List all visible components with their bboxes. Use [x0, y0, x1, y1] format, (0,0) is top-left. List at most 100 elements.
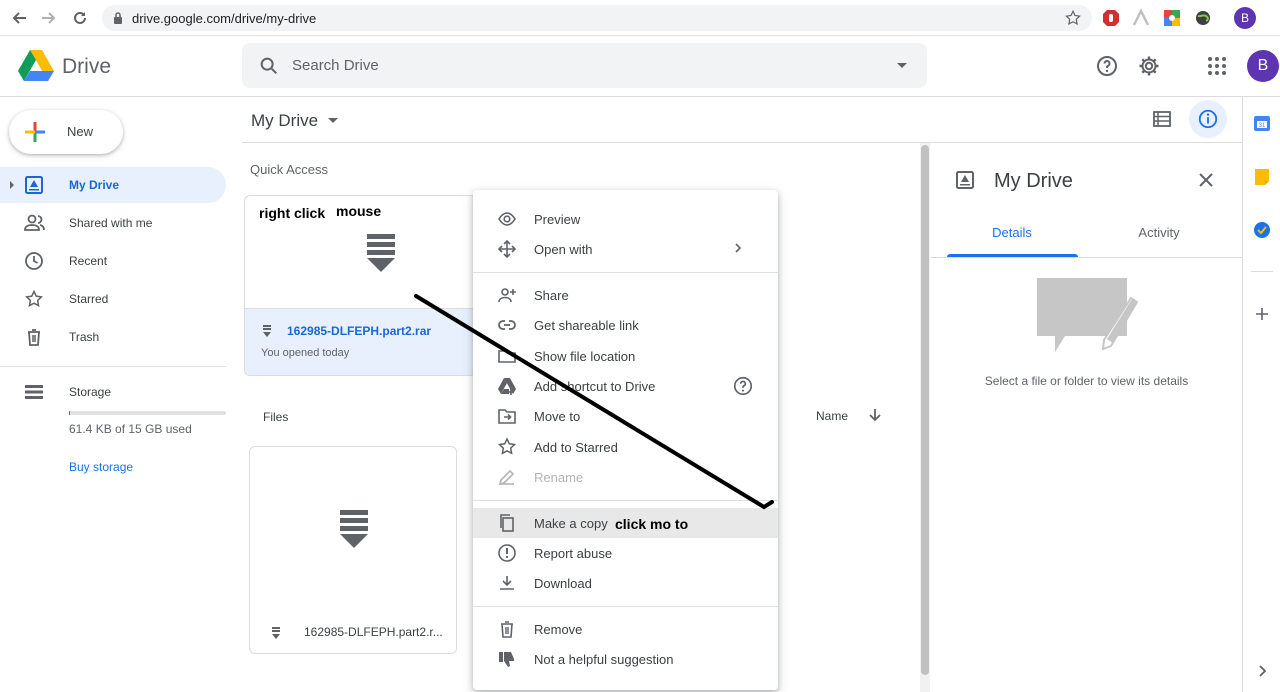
quick-access-file-card[interactable]: 162985-DLFEPH.part2.rar You opened today — [244, 195, 476, 376]
clock-icon — [25, 252, 43, 270]
annotation-mouse: mouse — [336, 203, 382, 219]
tab-activity[interactable]: Activity — [1086, 225, 1232, 240]
menu-item-get-shareable-link[interactable]: Get shareable link — [473, 310, 778, 340]
menu-item-open-with[interactable]: Open with — [473, 234, 778, 264]
apps-grid-icon[interactable] — [1205, 54, 1229, 78]
sidebar-item-storage[interactable]: Storage — [0, 374, 226, 410]
quick-access-label: Quick Access — [250, 162, 329, 177]
close-icon[interactable] — [1196, 170, 1216, 190]
globe-extension-icon[interactable] — [1193, 8, 1213, 28]
people-icon — [24, 214, 45, 231]
list-view-icon[interactable] — [1152, 109, 1172, 129]
storage-used-text: 61.4 KB of 15 GB used — [69, 422, 192, 436]
page-title[interactable]: My Drive — [251, 111, 318, 131]
settings-gear-icon[interactable] — [1137, 54, 1161, 78]
tab-details[interactable]: Details — [939, 225, 1085, 240]
sidebar-item-recent[interactable]: Recent — [0, 243, 226, 279]
menu-item-preview[interactable]: Preview — [473, 204, 778, 234]
main-scrollbar[interactable] — [920, 143, 930, 692]
forward-icon[interactable] — [38, 8, 58, 28]
address-bar[interactable]: drive.google.com/drive/my-drive — [102, 5, 1092, 31]
menu-item-label: Share — [534, 287, 569, 303]
eye-icon — [498, 212, 516, 226]
menu-item-label: Add to Starred — [534, 439, 618, 455]
move-to-icon — [498, 409, 516, 425]
plus-icon — [25, 122, 45, 142]
my-drive-icon — [25, 176, 43, 194]
keep-icon[interactable] — [1253, 168, 1271, 186]
menu-item-share[interactable]: Share — [473, 280, 778, 310]
tasks-icon[interactable] — [1253, 221, 1271, 239]
help-icon[interactable] — [1095, 54, 1119, 78]
browser-profile-avatar[interactable]: B — [1234, 7, 1256, 29]
sort-by-name[interactable]: Name — [816, 409, 848, 423]
archive-file-type-icon — [272, 627, 280, 639]
sidebar-item-trash[interactable]: Trash — [0, 319, 226, 355]
menu-item-label: Add shortcut to Drive — [534, 379, 656, 394]
search-options-icon[interactable] — [897, 63, 907, 69]
title-dropdown-icon[interactable] — [328, 118, 338, 123]
menu-item-show-file-location[interactable]: Show file location — [473, 341, 778, 371]
context-menu-divider — [473, 605, 778, 607]
file-card[interactable]: 162985-DLFEPH.part2.r... — [249, 446, 457, 654]
extension-a-icon[interactable] — [1131, 8, 1151, 28]
sidebar-item-shared-with-me[interactable]: Shared with me — [0, 205, 226, 241]
calendar-icon[interactable]: 31 — [1253, 114, 1271, 132]
buy-storage-link[interactable]: Buy storage — [69, 460, 133, 474]
sidebar-item-label: Starred — [69, 292, 109, 306]
menu-item-label: Not a helpful suggestion — [534, 652, 674, 668]
scrollbar-thumb[interactable] — [921, 145, 929, 675]
bookmark-star-icon[interactable] — [1064, 9, 1082, 27]
view-details-button[interactable] — [1189, 100, 1227, 138]
sort-direction-icon[interactable] — [868, 407, 882, 423]
folder-icon — [498, 349, 516, 363]
sidebar-item-starred[interactable]: Starred — [0, 281, 226, 317]
menu-item-report-abuse[interactable]: Report abuse — [473, 538, 778, 568]
archive-icon — [340, 510, 368, 548]
expand-panel-chevron-icon[interactable] — [1253, 662, 1271, 680]
alert-icon — [498, 544, 516, 562]
back-icon[interactable] — [10, 8, 30, 28]
info-icon — [1198, 109, 1218, 129]
side-panel-divider — [1251, 271, 1273, 272]
menu-item-label: Move to — [534, 409, 581, 425]
quick-access-file-subtitle: You opened today — [261, 347, 350, 359]
comment-pencil-illustration — [1037, 278, 1139, 352]
browser-toolbar: drive.google.com/drive/my-drive B — [0, 0, 1280, 36]
menu-item-label: Preview — [534, 212, 581, 227]
menu-item-add-to-starred[interactable]: Add to Starred — [473, 432, 778, 462]
archive-file-type-icon — [263, 325, 271, 337]
search-icon[interactable] — [258, 55, 280, 77]
menu-item-label: Show file location — [534, 348, 636, 364]
menu-item-label: Remove — [534, 621, 583, 637]
new-button[interactable]: New — [9, 110, 123, 154]
drive-logo-icon[interactable] — [18, 50, 54, 82]
drive-shortcut-icon — [498, 378, 516, 395]
color-extension-icon[interactable] — [1162, 8, 1182, 28]
storage-usage-fill — [69, 411, 70, 415]
star-icon — [497, 437, 517, 455]
details-panel: My Drive Details Activity Select a file … — [931, 143, 1242, 692]
adblock-extension-icon[interactable] — [1101, 8, 1121, 28]
my-drive-icon — [956, 171, 974, 189]
get-add-ons-plus-icon[interactable] — [1253, 305, 1271, 323]
search-input[interactable] — [292, 43, 872, 88]
expand-caret-icon[interactable] — [10, 181, 14, 189]
pencil-icon — [498, 470, 515, 486]
menu-item-not-a-helpful-suggestion[interactable]: Not a helpful suggestion — [473, 644, 778, 674]
menu-item-remove[interactable]: Remove — [473, 614, 778, 644]
reload-icon[interactable] — [70, 8, 90, 28]
menu-item-label: Make a copy — [534, 515, 608, 531]
sidebar-item-my-drive[interactable]: My Drive — [0, 167, 226, 203]
menu-item-move-to[interactable]: Move to — [473, 401, 778, 431]
details-title: My Drive — [994, 170, 1073, 192]
help-icon[interactable] — [732, 375, 754, 397]
sidebar-item-label: Trash — [69, 330, 100, 344]
menu-item-label: Get shareable link — [534, 318, 639, 334]
menu-item-label: Download — [534, 576, 592, 592]
sidebar-item-label: Recent — [69, 254, 108, 268]
account-avatar[interactable]: B — [1247, 50, 1279, 82]
menu-item-download[interactable]: Download — [473, 568, 778, 598]
menu-item-add-shortcut-to-drive[interactable]: Add shortcut to Drive — [473, 371, 778, 401]
annotation-click-mo-to: click mo to — [615, 516, 689, 532]
